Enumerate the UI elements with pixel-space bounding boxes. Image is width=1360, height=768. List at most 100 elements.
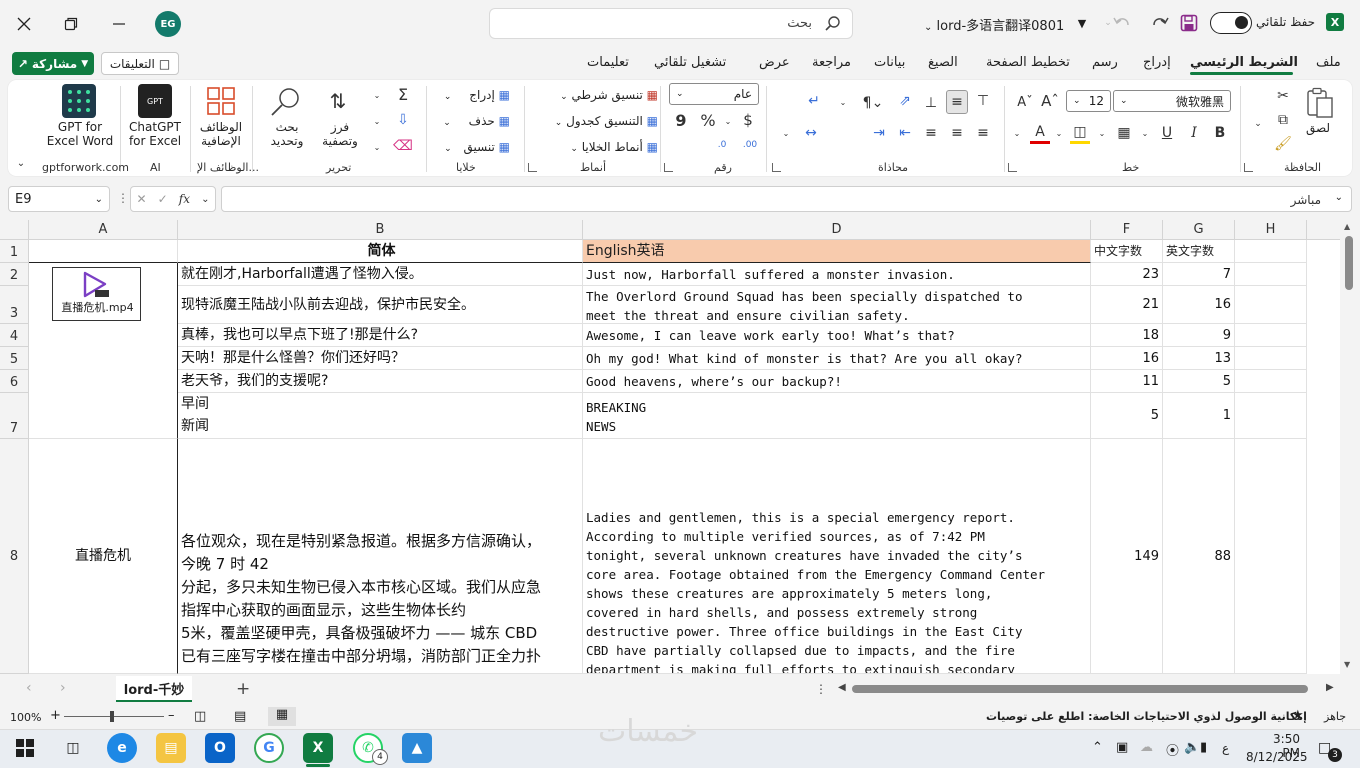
enter-icon[interactable]: ✓ <box>158 192 168 206</box>
save-button[interactable] <box>1177 11 1201 35</box>
clipboard-launcher-icon[interactable] <box>1244 163 1253 172</box>
input-language[interactable]: ع <box>1222 741 1229 755</box>
fill-color-icon[interactable]: ◫ <box>1070 122 1090 144</box>
scroll-down-icon[interactable]: ▼ <box>1344 660 1350 669</box>
weather-cloud-icon[interactable]: ☁ <box>1140 740 1153 755</box>
row-header-7[interactable]: 7 <box>0 393 29 439</box>
cell-f4[interactable]: 18 <box>1091 324 1163 347</box>
excel-taskbar-icon[interactable]: X <box>303 733 333 763</box>
chevron-down-icon[interactable]: ⌄ <box>1140 128 1150 138</box>
format-painter-icon[interactable]: 🖌 <box>1272 134 1294 154</box>
zoom-in-icon[interactable]: + <box>50 708 61 723</box>
column-header-b[interactable]: B <box>178 220 583 240</box>
volume-icon[interactable]: 🔈 <box>1184 740 1200 755</box>
prev-sheet-icon[interactable]: ‹ <box>26 680 32 696</box>
formula-input[interactable]: مباشر ⌄ <box>221 186 1352 212</box>
format-as-table-button[interactable]: ⌄ التنسيق كجدول ▦ <box>540 114 658 130</box>
battery-icon[interactable]: ▮ <box>1200 740 1207 755</box>
cell-g2[interactable]: 7 <box>1163 263 1235 286</box>
addins-button[interactable]: الوظائف الإضافية <box>198 120 244 148</box>
number-format-combo[interactable]: ⌄ عام <box>669 83 759 105</box>
sort-filter-icon[interactable]: ⇅ <box>318 84 358 118</box>
cell-d5[interactable]: Oh my god! What kind of monster is that?… <box>583 347 1091 370</box>
cell-f5[interactable]: 16 <box>1091 347 1163 370</box>
customize-quick-access-button[interactable]: ▼ <box>1074 14 1090 32</box>
bold-button[interactable]: B <box>1210 123 1230 143</box>
cut-icon[interactable]: ✂ <box>1272 86 1294 106</box>
font-color-icon[interactable]: A <box>1030 122 1050 144</box>
minimize-window-button[interactable] <box>103 8 135 40</box>
cell-g5[interactable]: 13 <box>1163 347 1235 370</box>
cell-d3[interactable]: The Overlord Ground Squad has been speci… <box>583 286 1091 324</box>
tab-split-handle[interactable]: ⋮ <box>815 682 827 696</box>
cell-d6[interactable]: Good heavens, where’s our backup?! <box>583 370 1091 393</box>
cell-d1[interactable]: English英语 <box>583 240 1091 263</box>
delete-cells-button[interactable]: ⌄ حذف ▦ <box>436 114 510 130</box>
row-header-4[interactable]: 4 <box>0 324 29 347</box>
addins-icon[interactable] <box>204 84 238 118</box>
paste-icon[interactable] <box>1302 86 1338 120</box>
underline-button[interactable]: U <box>1157 123 1177 143</box>
sort-filter-button[interactable]: فرز وتصفية <box>318 120 362 148</box>
worksheet-grid[interactable]: A B D F G H 1 2 3 4 5 6 7 8 简体 English英语… <box>0 220 1340 674</box>
tab-help[interactable]: تعليمات <box>587 55 629 70</box>
chevron-down-icon[interactable]: ⌄ <box>838 97 848 107</box>
column-header-next[interactable] <box>1307 220 1340 240</box>
cell-g4[interactable]: 9 <box>1163 324 1235 347</box>
zoom-slider[interactable] <box>64 716 164 717</box>
wifi-icon[interactable]: ⦿ <box>1166 740 1179 759</box>
cell-h4[interactable] <box>1235 324 1307 347</box>
insert-cells-button[interactable]: ⌄ إدراج ▦ <box>436 88 510 104</box>
copy-icon[interactable]: ⧉ <box>1272 110 1294 130</box>
paste-button[interactable]: لصق <box>1306 121 1330 135</box>
cell-d7[interactable]: BREAKING NEWS <box>583 393 1091 439</box>
gpt-for-work-icon[interactable] <box>62 84 96 118</box>
align-left-icon[interactable]: ≡ <box>920 123 942 143</box>
windows-start-icon[interactable] <box>10 733 40 763</box>
cell-g8[interactable]: 88 <box>1163 439 1235 674</box>
next-sheet-icon[interactable]: › <box>60 680 66 696</box>
zoom-slider-thumb[interactable] <box>110 711 114 722</box>
number-launcher-icon[interactable] <box>664 163 673 172</box>
task-view-icon[interactable]: ◫ <box>58 733 88 763</box>
page-layout-view-icon[interactable]: ▤ <box>234 709 246 724</box>
cell-h1[interactable] <box>1235 240 1307 263</box>
cell-b4[interactable]: 真棒，我也可以早点下班了!那是什么? <box>178 324 583 347</box>
cell-b7[interactable]: 早间 新闻 <box>178 393 583 439</box>
autosave-toggle[interactable] <box>1210 12 1252 34</box>
scroll-left-icon[interactable]: ◀ <box>838 682 846 693</box>
cell-a8[interactable]: 直播危机 <box>29 439 178 674</box>
cell-b5[interactable]: 天呐！那是什么怪兽？你们还好吗？ <box>178 347 583 370</box>
row-header-2[interactable]: 2 <box>0 263 29 286</box>
cell-h3[interactable] <box>1235 286 1307 324</box>
edge-browser-icon[interactable]: e <box>107 733 137 763</box>
borders-icon[interactable]: ▦ <box>1114 123 1134 143</box>
chevron-down-icon[interactable]: ⌄ <box>372 116 382 126</box>
row-header-1[interactable]: 1 <box>0 240 29 263</box>
chevron-down-icon[interactable]: ⌄ <box>1252 118 1264 130</box>
cancel-icon[interactable]: ✕ <box>137 192 147 206</box>
increase-font-size-icon[interactable]: Aˆ <box>1040 90 1060 112</box>
row-header-6[interactable]: 6 <box>0 370 29 393</box>
tab-view[interactable]: عرض <box>759 55 790 70</box>
row-header-3[interactable]: 3 <box>0 286 29 324</box>
increase-decimal-icon[interactable]: .00 <box>740 136 760 154</box>
insert-function-button[interactable]: fx <box>179 192 190 206</box>
sheet-tab-lord[interactable]: lord-千妙 <box>116 676 192 702</box>
scroll-right-icon[interactable]: ▶ <box>1326 682 1334 693</box>
cell-g1[interactable]: 英文字数 <box>1163 240 1235 263</box>
comma-style-button[interactable]: 9 <box>673 110 689 130</box>
photos-icon[interactable]: ▲ <box>402 733 432 763</box>
cell-f1[interactable]: 中文字数 <box>1091 240 1163 263</box>
chevron-down-icon[interactable]: ⌄ <box>372 90 382 100</box>
cell-f6[interactable]: 11 <box>1091 370 1163 393</box>
undo-button[interactable]: ⌄ <box>1098 11 1138 35</box>
fill-icon[interactable]: ⇩ <box>392 110 414 130</box>
name-box[interactable]: E9 ⌄ <box>8 186 110 212</box>
tab-page-layout[interactable]: تخطيط الصفحة <box>986 55 1070 70</box>
cell-f7[interactable]: 5 <box>1091 393 1163 439</box>
cell-d4[interactable]: Awesome, I can leave work early too! Wha… <box>583 324 1091 347</box>
column-header-g[interactable]: G <box>1163 220 1235 240</box>
percent-button[interactable]: % <box>698 110 718 130</box>
align-right-icon[interactable]: ≡ <box>972 123 994 143</box>
